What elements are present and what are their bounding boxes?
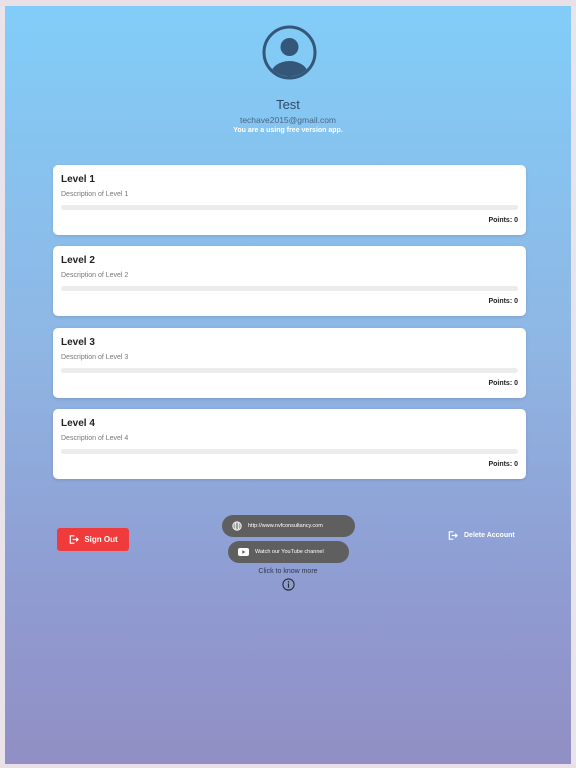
youtube-link-button[interactable]: Watch our YouTube channel xyxy=(228,541,349,563)
level-progress-bar xyxy=(61,368,518,373)
know-more-text: Click to know more xyxy=(258,568,318,575)
level-description: Description of Level 3 xyxy=(61,354,129,361)
level-points: Points: 0 xyxy=(488,461,518,468)
delete-account-button[interactable]: Delete Account xyxy=(447,529,515,541)
globe-icon xyxy=(232,521,242,531)
level-description: Description of Level 1 xyxy=(61,191,129,198)
profile-screen: Test techave2015@gmail.com You are a usi… xyxy=(5,6,571,764)
profile-name: Test xyxy=(276,97,300,112)
logout-icon xyxy=(447,530,458,541)
level-card-3[interactable]: Level 3 Description of Level 3 Points: 0 xyxy=(53,328,526,398)
level-card-2[interactable]: Level 2 Description of Level 2 Points: 0 xyxy=(53,246,526,316)
sign-out-button[interactable]: Sign Out xyxy=(57,528,129,551)
website-label: http://www.nvfconsultancy.com xyxy=(248,523,323,529)
youtube-play-icon xyxy=(238,548,249,556)
avatar-icon xyxy=(262,25,317,80)
level-progress-bar xyxy=(61,286,518,291)
level-title: Level 4 xyxy=(61,418,95,429)
level-points: Points: 0 xyxy=(488,217,518,224)
level-points: Points: 0 xyxy=(488,298,518,305)
level-progress-bar xyxy=(61,205,518,210)
website-link-button[interactable]: http://www.nvfconsultancy.com xyxy=(222,515,355,537)
level-card-1[interactable]: Level 1 Description of Level 1 Points: 0 xyxy=(53,165,526,235)
version-note: You are a using free version app. xyxy=(233,127,343,134)
info-icon[interactable] xyxy=(282,578,295,591)
level-progress-bar xyxy=(61,449,518,454)
level-description: Description of Level 4 xyxy=(61,435,129,442)
level-description: Description of Level 2 xyxy=(61,272,129,279)
level-card-4[interactable]: Level 4 Description of Level 4 Points: 0 xyxy=(53,409,526,479)
sign-out-label: Sign Out xyxy=(84,535,118,544)
profile-email: techave2015@gmail.com xyxy=(239,115,337,125)
logout-icon xyxy=(68,534,80,545)
level-title: Level 1 xyxy=(61,174,95,185)
level-title: Level 3 xyxy=(61,337,95,348)
delete-account-label: Delete Account xyxy=(464,531,515,539)
level-title: Level 2 xyxy=(61,255,95,266)
youtube-label: Watch our YouTube channel xyxy=(255,549,324,555)
bottom-frame-strip xyxy=(0,764,576,768)
level-points: Points: 0 xyxy=(488,380,518,387)
